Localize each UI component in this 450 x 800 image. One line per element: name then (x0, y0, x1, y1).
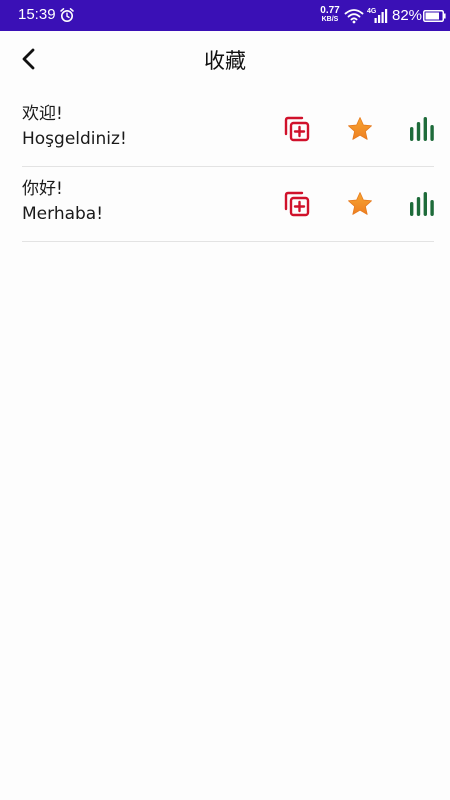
battery-icon (423, 10, 446, 22)
page-title: 收藏 (204, 49, 246, 73)
favorites-screen: 15:39 0.77 KB/S 4G 82% 收藏 欢迎! Hoşgeldini… (0, 0, 450, 800)
copy-add-button[interactable] (282, 189, 312, 219)
signal-icon (374, 9, 388, 23)
favorite-star-button[interactable] (346, 116, 374, 142)
alarm-icon (60, 8, 74, 22)
copy-add-icon (284, 116, 310, 142)
battery-percent: 82% (392, 7, 423, 24)
list-item[interactable]: 你好! Merhaba! (22, 167, 434, 242)
star-icon (348, 117, 372, 140)
status-bar: 15:39 0.77 KB/S 4G 82% (0, 0, 450, 31)
copy-add-icon (284, 191, 310, 217)
list-item[interactable]: 欢迎! Hoşgeldiniz! (22, 92, 434, 167)
bar-chart-icon (410, 192, 434, 216)
row-actions (22, 167, 434, 241)
stats-button[interactable] (408, 190, 436, 218)
row-actions (22, 92, 434, 166)
wifi-icon (344, 9, 364, 24)
bar-chart-icon (410, 117, 434, 141)
favorite-star-button[interactable] (346, 191, 374, 217)
app-header: 收藏 (0, 31, 450, 89)
status-time: 15:39 (18, 6, 56, 23)
stats-button[interactable] (408, 115, 436, 143)
star-icon (348, 192, 372, 215)
net-speed: 0.77 KB/S (318, 6, 342, 24)
copy-add-button[interactable] (282, 114, 312, 144)
net-speed-unit: KB/S (321, 16, 339, 23)
favorites-list: 欢迎! Hoşgeldiniz! 你好! Merhaba! (0, 92, 450, 242)
net-speed-value: 0.77 (320, 5, 340, 16)
